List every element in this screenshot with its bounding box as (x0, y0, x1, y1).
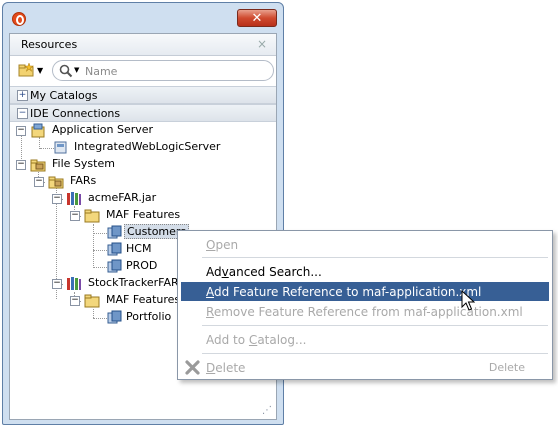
section-label: My Catalogs (30, 89, 98, 102)
collapse-icon[interactable]: − (70, 296, 80, 306)
delete-icon (185, 360, 200, 375)
menu-label: anced Search... (228, 265, 322, 279)
fars-folder-icon (48, 176, 64, 189)
server-connection-icon (54, 141, 67, 154)
menu-item-delete[interactable]: Delete Delete (181, 358, 549, 377)
menu-accelerator: Delete (488, 361, 525, 374)
tree-node-label: Application Server (52, 123, 154, 136)
menu-label: Add to (206, 333, 249, 347)
collapse-icon[interactable]: − (52, 194, 62, 204)
tab-close-icon[interactable]: × (257, 37, 267, 51)
tree-node-label: PROD (126, 259, 158, 272)
menu-item-open[interactable]: Open (181, 235, 549, 254)
menu-separator (202, 353, 548, 354)
section-ide-connections[interactable]: − IDE Connections (10, 104, 276, 122)
menu-mnemonic: R (206, 305, 214, 319)
menu-item-add-to-catalog[interactable]: Add to Catalog... (181, 330, 549, 349)
collapse-icon[interactable]: − (70, 211, 80, 221)
tree-node-label: MAF Features (106, 208, 181, 221)
jar-library-icon (67, 277, 81, 290)
menu-label: Ad (206, 265, 222, 279)
context-menu: Open Advanced Search... Add Feature Refe… (177, 230, 553, 380)
tree-node-label: IntegratedWebLogicServer (74, 140, 221, 153)
jar-library-icon (67, 192, 81, 205)
folder-icon (84, 209, 100, 223)
menu-label: atalog... (257, 333, 307, 347)
toolbar: ▼ ▼ (10, 57, 276, 85)
new-folder-icon[interactable] (18, 63, 35, 77)
tab-resources[interactable]: Resources × (10, 34, 276, 56)
tree-node-label: FARs (70, 174, 97, 187)
search-options-arrow-icon[interactable]: ▼ (74, 66, 79, 74)
resize-grip-icon[interactable]: ⋰ (262, 406, 272, 416)
search-box[interactable]: ▼ (52, 60, 274, 81)
title-bar[interactable]: ✕ (3, 3, 283, 33)
menu-item-advanced-search[interactable]: Advanced Search... (181, 262, 549, 281)
menu-label: emove Feature Reference from maf-applica… (213, 305, 523, 319)
tree-node-label: MAF Features (106, 293, 181, 306)
tree-node-label: File System (52, 157, 115, 170)
menu-label: pen (215, 238, 239, 252)
feature-icon (107, 225, 122, 239)
menu-label: dd Feature Reference to maf-application.… (214, 285, 482, 299)
collapse-icon[interactable]: − (16, 126, 26, 136)
collapse-icon[interactable]: − (17, 108, 28, 119)
menu-item-remove-feature-reference[interactable]: Remove Feature Reference from maf-applic… (181, 302, 549, 321)
menu-label: elete (215, 361, 246, 375)
new-dropdown-arrow-icon[interactable]: ▼ (37, 66, 43, 75)
feature-icon (107, 259, 122, 273)
tab-label: Resources (21, 38, 78, 51)
menu-mnemonic: A (206, 285, 214, 299)
menu-item-add-feature-reference[interactable]: Add Feature Reference to maf-application… (181, 282, 549, 301)
section-my-catalogs[interactable]: + My Catalogs (10, 86, 276, 104)
file-system-icon (30, 159, 46, 172)
oracle-app-icon (12, 12, 26, 26)
search-input[interactable] (83, 63, 273, 80)
server-icon (31, 123, 45, 138)
menu-separator (202, 325, 548, 326)
mouse-cursor-icon (461, 290, 475, 311)
tree-node-label: StockTrackerFAR.j (88, 276, 185, 289)
menu-separator (202, 257, 548, 258)
feature-icon (107, 242, 122, 256)
feature-icon (107, 310, 122, 324)
menu-mnemonic: D (206, 361, 216, 375)
tree-node-label: acmeFAR.jar (88, 191, 157, 204)
tree-node-label: HCM (126, 242, 152, 255)
expand-icon[interactable]: + (17, 90, 28, 101)
close-window-button[interactable]: ✕ (237, 9, 277, 27)
section-label: IDE Connections (30, 107, 121, 120)
collapse-icon[interactable]: − (34, 177, 44, 187)
collapse-icon[interactable]: − (16, 160, 26, 170)
collapse-icon[interactable]: − (52, 279, 62, 289)
menu-mnemonic: v (221, 265, 229, 279)
tree-node-label: Portfolio (126, 310, 172, 323)
search-icon[interactable] (59, 64, 73, 78)
folder-icon (84, 294, 100, 308)
